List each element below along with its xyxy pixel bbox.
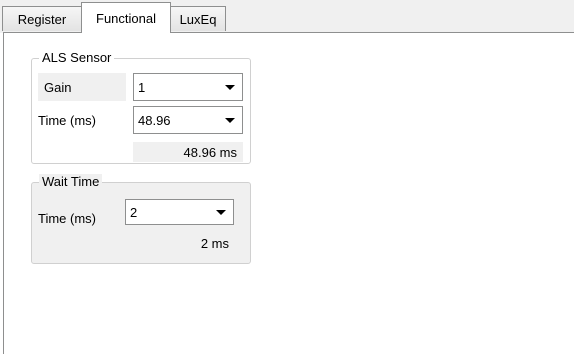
als-time-dropdown[interactable]: 48.96 <box>133 106 243 134</box>
gain-dropdown-value: 1 <box>138 79 146 95</box>
als-time-label: Time (ms) <box>38 112 97 128</box>
tab-functional-label: Functional <box>96 10 156 26</box>
gain-label: Gain <box>38 73 126 101</box>
als-sensor-group: ALS Sensor Gain 1 Time (ms) 48.96 48.96 … <box>31 50 251 164</box>
wait-time-dropdown[interactable]: 2 <box>125 199 234 225</box>
chevron-down-icon[interactable] <box>225 85 235 90</box>
als-time-readout: 48.96 ms <box>133 142 243 162</box>
als-sensor-title: ALS Sensor <box>39 50 115 65</box>
tab-register[interactable]: Register <box>2 6 82 31</box>
wait-time-label: Time (ms) <box>38 210 97 226</box>
tab-luxeq-label: LuxEq <box>179 11 217 27</box>
wait-time-readout: 2 ms <box>200 235 229 251</box>
tab-register-label: Register <box>17 11 67 27</box>
gain-dropdown[interactable]: 1 <box>133 73 243 101</box>
chevron-down-icon[interactable] <box>216 210 226 215</box>
wait-time-title: Wait Time <box>39 174 103 189</box>
chevron-down-icon[interactable] <box>225 118 235 123</box>
tab-functional[interactable]: Functional <box>81 2 171 33</box>
tab-strip: Register Functional LuxEq <box>0 0 574 33</box>
als-time-dropdown-value: 48.96 <box>138 112 171 128</box>
wait-time-dropdown-value: 2 <box>130 204 138 220</box>
wait-time-group: Wait Time Time (ms) 2 2 ms <box>31 174 251 264</box>
tab-luxeq[interactable]: LuxEq <box>170 6 226 31</box>
